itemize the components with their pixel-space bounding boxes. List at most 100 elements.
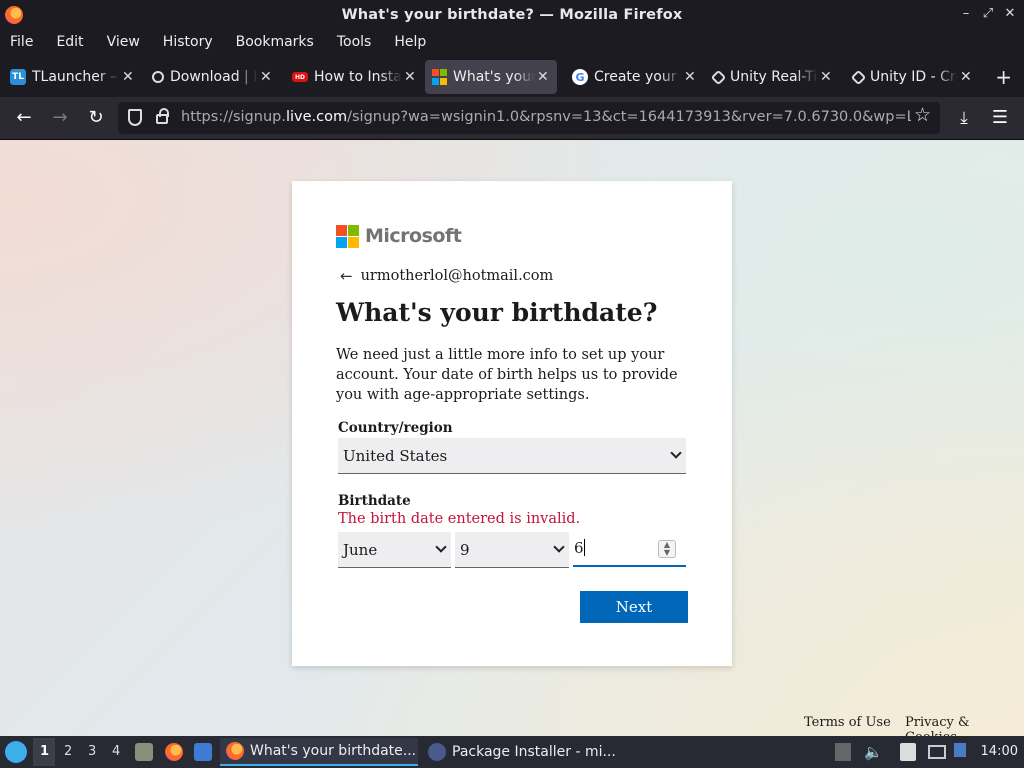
chevron-down-icon <box>435 541 447 553</box>
tab-birthdate[interactable]: What's your birthdate? ✕ <box>425 60 557 94</box>
country-value: United States <box>343 446 448 465</box>
package-installer-icon <box>428 743 446 761</box>
tab-close-icon[interactable]: ✕ <box>260 69 272 85</box>
signup-card: Microsoft ← urmotherlol@hotmail.com What… <box>292 181 732 666</box>
tab-label: Download | Lunar Client <box>170 69 258 85</box>
tab-google-account[interactable]: G Create your Google Account ✕ <box>566 60 702 94</box>
lunar-icon <box>152 71 164 83</box>
tab-lunar[interactable]: Download | Lunar Client ✕ <box>146 60 278 94</box>
terms-of-use-link[interactable]: Terms of Use <box>804 715 891 730</box>
tab-label: How to Install <box>314 69 402 85</box>
menu-edit[interactable]: Edit <box>56 34 83 50</box>
volume-icon[interactable]: 🔈 <box>864 743 883 761</box>
url-bar[interactable]: https://signup.live.com/signup?wa=wsigni… <box>118 102 940 134</box>
lock-icon[interactable] <box>156 108 169 124</box>
country-select[interactable]: United States <box>338 438 686 474</box>
system-taskbar: 1 2 3 4 What's your birthdate... Package… <box>0 736 1024 768</box>
page-title: What's your birthdate? <box>336 298 658 327</box>
microsoft-wordmark: Microsoft <box>365 225 462 247</box>
birth-day-select[interactable]: 9 <box>455 532 569 568</box>
reload-icon[interactable]: ↻ <box>85 107 107 129</box>
birth-month-value: June <box>343 540 378 559</box>
window-controls: – ⤢ ✕ <box>960 6 1016 22</box>
bookmark-star-icon[interactable]: ☆ <box>914 104 931 126</box>
desktop-icon[interactable] <box>194 743 212 761</box>
text-cursor <box>583 539 585 556</box>
workspace-2[interactable]: 2 <box>64 744 72 759</box>
menu-view[interactable]: View <box>107 34 140 50</box>
tab-close-icon[interactable]: ✕ <box>537 69 549 85</box>
menu-bar: File Edit View History Bookmarks Tools H… <box>0 30 1024 54</box>
birth-day-value: 9 <box>460 540 470 559</box>
menu-history[interactable]: History <box>163 34 213 50</box>
clipboard-icon[interactable] <box>900 743 916 761</box>
window-title: What's your birthdate? — Mozilla Firefox <box>341 7 683 23</box>
window-titlebar: What's your birthdate? — Mozilla Firefox… <box>0 0 1024 30</box>
tracking-protection-shield-icon[interactable] <box>128 109 142 126</box>
microsoft-icon <box>431 69 447 85</box>
maximize-icon[interactable]: ⤢ <box>982 6 994 22</box>
menu-hamburger-icon[interactable]: ☰ <box>989 107 1011 129</box>
chevron-down-icon <box>670 447 682 459</box>
back-icon[interactable]: ← <box>13 107 35 129</box>
birth-month-select[interactable]: June <box>338 532 451 568</box>
tab-unity-realtime[interactable]: Unity Real-Time ✕ <box>707 60 838 94</box>
tab-label: Unity Real-Time <box>730 69 818 85</box>
tab-label: Create your Google Account <box>594 69 682 85</box>
tray-updates-icon[interactable] <box>835 743 851 761</box>
tab-tlauncher[interactable]: TL TLauncher – Minecraft ✕ <box>4 60 140 94</box>
downloads-icon[interactable]: ⤓ <box>953 107 975 129</box>
navigation-toolbar: ← → ↻ https://signup.live.com/signup?wa=… <box>0 97 1024 140</box>
tab-unity-id[interactable]: Unity ID - Create ✕ <box>847 60 978 94</box>
tab-strip: TL TLauncher – Minecraft ✕ Download | Lu… <box>0 57 1024 97</box>
menu-tools[interactable]: Tools <box>337 34 372 50</box>
next-button[interactable]: Next <box>580 591 688 623</box>
notification-icon[interactable] <box>954 743 966 757</box>
firefox-launcher-icon[interactable] <box>165 743 183 761</box>
country-label: Country/region <box>338 420 453 436</box>
taskbar-firefox-window[interactable]: What's your birthdate... <box>220 738 418 766</box>
account-email: urmotherlol@hotmail.com <box>360 268 554 284</box>
tab-close-icon[interactable]: ✕ <box>122 69 134 85</box>
workspace-4[interactable]: 4 <box>112 744 120 759</box>
workspace-1[interactable]: 1 <box>40 744 49 759</box>
url-text[interactable]: https://signup.live.com/signup?wa=wsigni… <box>181 109 911 125</box>
task-label: What's your birthdate... <box>250 743 417 759</box>
year-spinner-icon[interactable]: ▲ ▼ <box>658 540 676 558</box>
back-arrow-icon[interactable]: ← <box>340 267 353 285</box>
tab-close-icon[interactable]: ✕ <box>684 69 696 85</box>
microsoft-logo-icon <box>336 225 359 248</box>
unity-icon <box>710 69 727 85</box>
task-label: Package Installer - mi... <box>452 744 616 760</box>
workspace-3[interactable]: 3 <box>88 744 96 759</box>
minimize-icon[interactable]: – <box>960 6 972 22</box>
unity-icon <box>850 69 867 85</box>
birth-year-input[interactable]: 6 ▲ ▼ <box>573 532 686 567</box>
start-menu-icon[interactable] <box>5 741 27 763</box>
birthdate-label: Birthdate <box>338 493 411 509</box>
close-icon[interactable]: ✕ <box>1004 6 1016 22</box>
menu-bookmarks[interactable]: Bookmarks <box>236 34 314 50</box>
menu-file[interactable]: File <box>10 34 33 50</box>
forward-icon[interactable]: → <box>49 107 71 129</box>
page-background: Microsoft ← urmotherlol@hotmail.com What… <box>0 140 1024 745</box>
tab-how-to-install[interactable]: HD How to Install ✕ <box>286 60 422 94</box>
file-manager-icon[interactable] <box>135 743 153 761</box>
birth-year-value: 6 <box>574 539 584 557</box>
taskbar-package-installer[interactable]: Package Installer - mi... <box>422 738 622 766</box>
firefox-logo-icon <box>5 6 23 24</box>
identity-back-row[interactable]: ← urmotherlol@hotmail.com <box>340 267 553 285</box>
tab-close-icon[interactable]: ✕ <box>820 69 832 85</box>
menu-help[interactable]: Help <box>394 34 426 50</box>
tab-close-icon[interactable]: ✕ <box>960 69 972 85</box>
network-icon[interactable] <box>928 745 946 759</box>
google-icon: G <box>572 69 588 85</box>
new-tab-icon[interactable]: + <box>995 67 1012 87</box>
clock: 14:00 <box>980 744 1018 759</box>
birthdate-error: The birth date entered is invalid. <box>338 511 581 527</box>
tab-label: Unity ID - Create <box>870 69 958 85</box>
tab-label: What's your birthdate? <box>453 69 535 85</box>
chevron-down-icon <box>553 541 565 553</box>
page-description: We need just a little more info to set u… <box>336 347 678 403</box>
tab-close-icon[interactable]: ✕ <box>404 69 416 85</box>
